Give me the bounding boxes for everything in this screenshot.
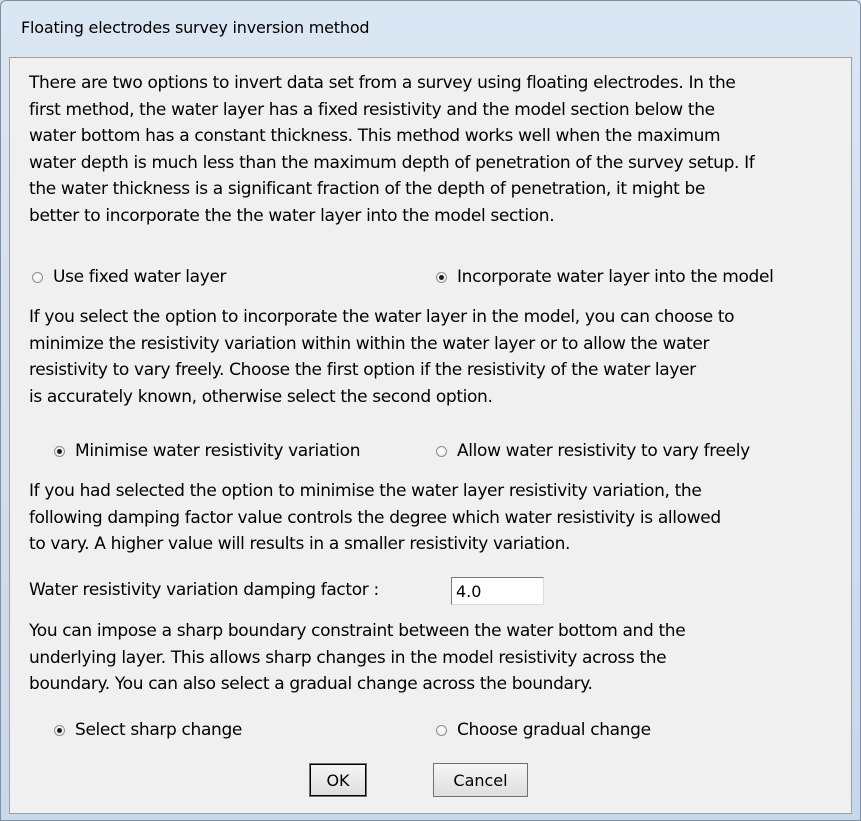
dialog-body: There are two options to invert data set…	[9, 57, 852, 814]
ok-button[interactable]: OK	[309, 763, 367, 797]
radio-checked-icon	[54, 445, 65, 457]
damping-paragraph: If you had selected the option to minimi…	[29, 481, 721, 554]
use-fixed-water-layer-radio[interactable]: Use fixed water layer	[32, 267, 227, 287]
minimise-variation-label: Minimise water resistivity variation	[75, 441, 361, 461]
dialog-window: Floating electrodes survey inversion met…	[0, 0, 861, 821]
gradual-change-label: Choose gradual change	[457, 720, 651, 740]
gradual-change-radio[interactable]: Choose gradual change	[436, 720, 651, 740]
intro-paragraph: There are two options to invert data set…	[29, 73, 755, 226]
title-bar[interactable]: Floating electrodes survey inversion met…	[1, 1, 860, 57]
incorporate-water-layer-radio[interactable]: Incorporate water layer into the model	[436, 267, 774, 287]
radio-unchecked-icon	[436, 445, 447, 457]
sharp-change-label: Select sharp change	[75, 720, 242, 740]
window-title: Floating electrodes survey inversion met…	[21, 18, 370, 37]
vary-freely-radio[interactable]: Allow water resistivity to vary freely	[436, 441, 750, 461]
boundary-paragraph: You can impose a sharp boundary constrai…	[29, 621, 686, 694]
radio-unchecked-icon	[32, 271, 43, 283]
minimise-variation-radio[interactable]: Minimise water resistivity variation	[54, 441, 360, 461]
damping-factor-input[interactable]	[451, 577, 544, 605]
use-fixed-water-layer-label: Use fixed water layer	[53, 267, 227, 287]
damping-factor-label: Water resistivity variation damping fact…	[29, 580, 379, 600]
water-layer-paragraph: If you select the option to incorporate …	[29, 307, 735, 407]
radio-checked-icon	[436, 271, 447, 283]
incorporate-water-layer-label: Incorporate water layer into the model	[457, 267, 774, 287]
radio-checked-icon	[54, 724, 65, 736]
sharp-change-radio[interactable]: Select sharp change	[54, 720, 242, 740]
cancel-button[interactable]: Cancel	[433, 763, 528, 797]
radio-unchecked-icon	[436, 724, 447, 736]
vary-freely-label: Allow water resistivity to vary freely	[457, 441, 750, 461]
